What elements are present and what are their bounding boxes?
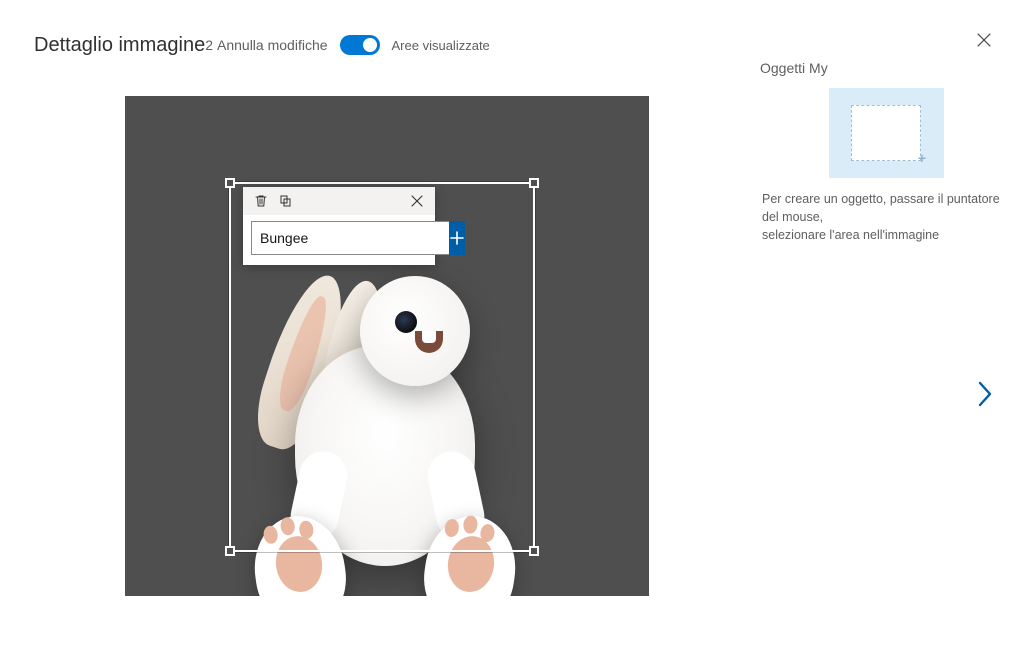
close-icon: [976, 32, 992, 48]
image-canvas[interactable]: [125, 96, 649, 596]
resize-handle-tr[interactable]: [529, 178, 539, 188]
objects-sidebar: Oggetti My + Per creare un oggetto, pass…: [760, 60, 1012, 244]
placeholder-dashed-box: +: [851, 105, 921, 161]
layers-icon: [278, 194, 293, 208]
canvas-wrap: [60, 96, 714, 599]
regions-toggle[interactable]: [340, 35, 380, 55]
resize-handle-br[interactable]: [529, 546, 539, 556]
close-panel-button[interactable]: [405, 189, 429, 213]
close-icon: [411, 195, 423, 207]
plus-icon: [449, 230, 465, 246]
region-tool-panel: [243, 187, 435, 265]
layers-button[interactable]: [273, 189, 297, 213]
regions-toggle-label: Aree visualizzate: [392, 38, 490, 53]
tag-name-input[interactable]: [251, 221, 449, 255]
hint-line-1: Per creare un oggetto, passare il puntat…: [762, 192, 1000, 224]
new-object-placeholder[interactable]: +: [829, 88, 944, 178]
hint-line-2: selezionare l'area nell'immagine: [762, 228, 939, 242]
next-image-button[interactable]: [976, 380, 994, 408]
tool-panel-header: [243, 187, 435, 215]
detail-header: Dettaglio immagine 2 Annulla modifiche A…: [0, 0, 1012, 60]
trash-icon: [254, 194, 268, 208]
plus-icon: +: [918, 150, 926, 166]
sidebar-title: Oggetti My: [760, 60, 1012, 76]
image-count: 2: [205, 37, 213, 53]
resize-handle-bl[interactable]: [225, 546, 235, 556]
undo-changes-link[interactable]: Annulla modifiche: [217, 37, 328, 53]
delete-region-button[interactable]: [249, 189, 273, 213]
page-title: Dettaglio immagine: [34, 34, 205, 57]
toggle-knob: [363, 38, 377, 52]
tag-input-row: [243, 215, 435, 265]
sidebar-hint: Per creare un oggetto, passare il puntat…: [760, 190, 1012, 244]
close-dialog-button[interactable]: [974, 30, 994, 50]
chevron-right-icon: [976, 380, 994, 408]
add-tag-button[interactable]: [449, 221, 465, 255]
detail-body: Oggetti My + Per creare un oggetto, pass…: [0, 60, 1012, 599]
resize-handle-tl[interactable]: [225, 178, 235, 188]
